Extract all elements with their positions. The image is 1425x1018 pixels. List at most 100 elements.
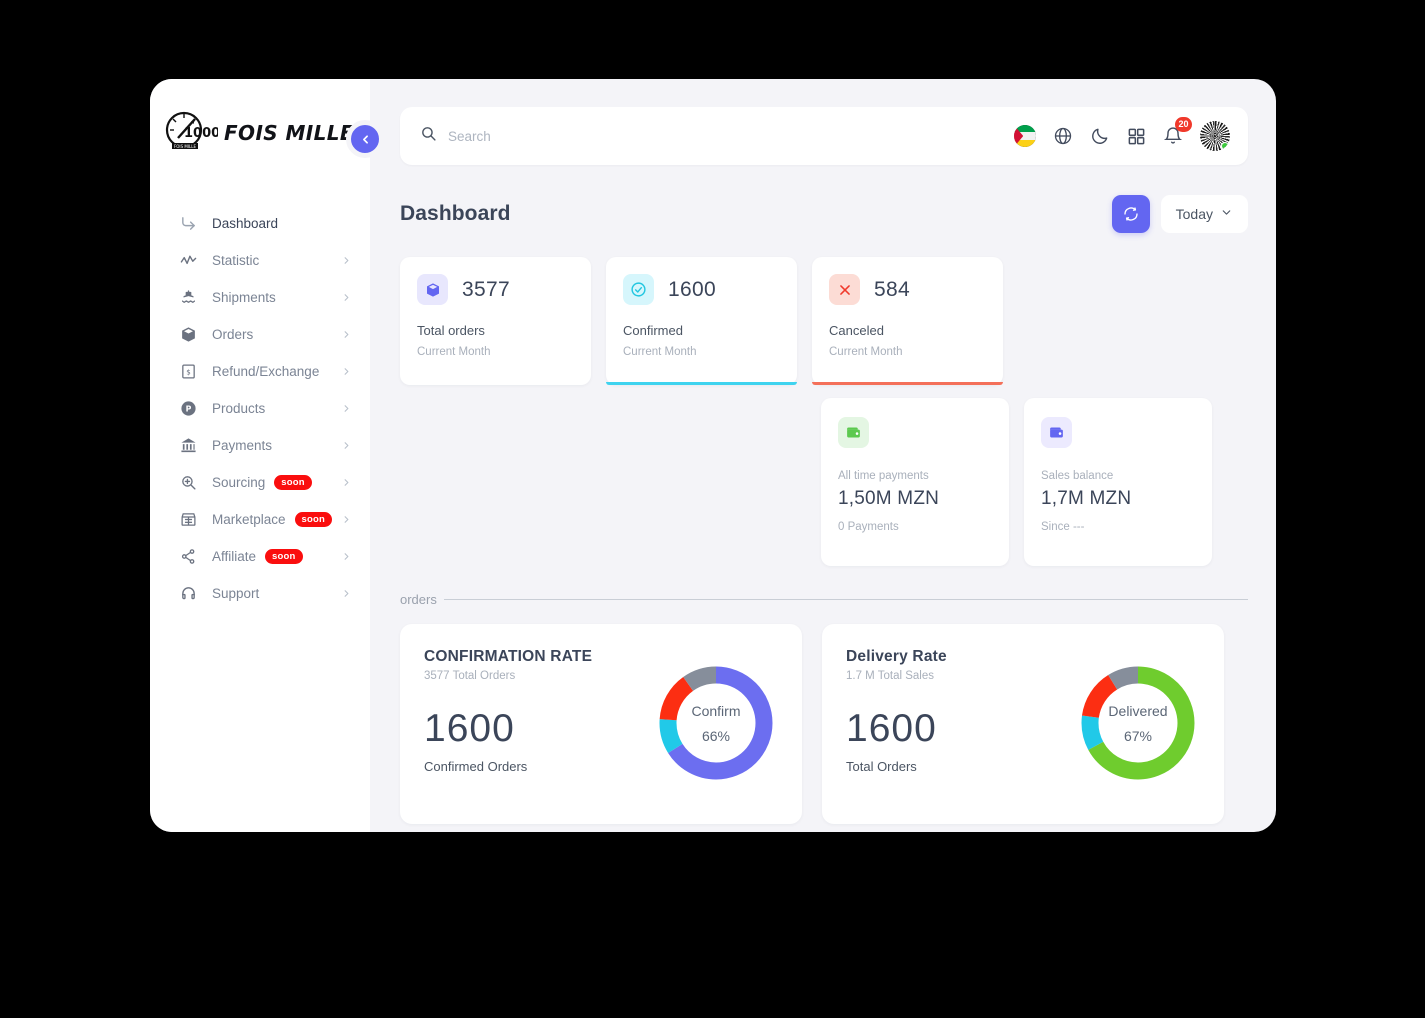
sidebar: 1000 FOIS MILLE FOIS MILLE Dashboard Sta… (150, 79, 384, 832)
stat-value: 584 (874, 277, 910, 301)
page-title: Dashboard (400, 202, 511, 225)
chevron-right-icon (341, 440, 352, 451)
sidebar-item-refund-exchange[interactable]: $ Refund/Exchange (150, 353, 370, 390)
share-nodes-icon (178, 548, 198, 565)
payment-card-sales-balance[interactable]: Sales balance 1,7M MZN Since --- (1024, 398, 1212, 566)
notification-badge: 20 (1175, 117, 1192, 132)
stat-label: Total orders (417, 323, 485, 338)
period-select-label: Today (1175, 206, 1213, 222)
payment-value: 1,50M MZN (838, 488, 940, 509)
payment-card-all-time[interactable]: All time payments 1,50M MZN 0 Payments (821, 398, 1009, 566)
sidebar-item-label: Products (212, 401, 266, 416)
wallet-icon (1041, 417, 1072, 448)
stat-card-canceled[interactable]: 584 Canceled Current Month (812, 257, 1003, 385)
sidebar-item-shipments[interactable]: Shipments (150, 279, 370, 316)
sidebar-item-dashboard[interactable]: Dashboard (150, 205, 370, 242)
chart-cards: CONFIRMATION RATE 3577 Total Orders 1600… (400, 624, 1248, 824)
flag-icon[interactable] (1014, 125, 1036, 147)
stat-label: Confirmed (623, 323, 683, 338)
payment-sub: Since --- (1041, 521, 1085, 533)
sidebar-item-support[interactable]: Support (150, 575, 370, 612)
sidebar-item-label: Shipments (212, 290, 276, 305)
payment-cards: All time payments 1,50M MZN 0 Payments S… (821, 398, 1248, 566)
svg-text:1000: 1000 (184, 126, 218, 141)
bell-icon[interactable]: 20 (1163, 117, 1192, 146)
stat-card-confirmed[interactable]: 1600 Confirmed Current Month (606, 257, 797, 385)
brand-name: FOIS MILLE (224, 121, 354, 145)
payment-label: All time payments (838, 470, 929, 482)
sidebar-item-statistic[interactable]: Statistic (150, 242, 370, 279)
x-icon (829, 274, 860, 305)
stat-value: 1600 (668, 277, 716, 301)
payment-label: Sales balance (1041, 470, 1114, 482)
sidebar-item-label: Payments (212, 438, 273, 453)
brand-logo-icon: 1000 FOIS MILLE (164, 110, 220, 156)
stat-value: 3577 (462, 277, 510, 301)
brand[interactable]: 1000 FOIS MILLE FOIS MILLE (150, 105, 370, 161)
chevron-right-icon (341, 255, 352, 266)
sidebar-item-marketplace[interactable]: Marketplace soon (150, 501, 370, 538)
sidebar-item-payments[interactable]: Payments (150, 427, 370, 464)
stat-sub: Current Month (829, 346, 903, 358)
topbar-actions: 20 (1014, 117, 1230, 151)
topbar: 20 (400, 107, 1248, 165)
wallet-icon (838, 417, 869, 448)
stat-label: Canceled (829, 323, 884, 338)
headset-icon (178, 585, 198, 602)
store-icon (178, 511, 198, 528)
chevron-right-icon (341, 403, 352, 414)
moon-icon[interactable] (1090, 126, 1110, 146)
avatar[interactable] (1200, 121, 1230, 151)
svg-text:FOIS MILLE: FOIS MILLE (174, 144, 197, 149)
chevron-right-icon (341, 329, 352, 340)
orders-section-divider: orders (400, 592, 1248, 607)
chart-card-delivery-rate: Delivery Rate 1.7 M Total Sales 1600 Tot… (822, 624, 1224, 824)
chart-card-confirmation-rate: CONFIRMATION RATE 3577 Total Orders 1600… (400, 624, 802, 824)
sidebar-collapse-button[interactable] (346, 120, 384, 158)
chevron-right-icon (341, 588, 352, 599)
circle-p-icon: P (178, 400, 198, 417)
chevron-right-icon (341, 477, 352, 488)
divider-line (443, 599, 1248, 600)
sidebar-item-label: Affiliate (212, 549, 257, 564)
donut-chart-delivery: Delivered 67% (1076, 661, 1200, 785)
sidebar-item-label: Marketplace (212, 512, 286, 527)
svg-text:$: $ (186, 367, 191, 376)
donut-center-label: Confirm (691, 702, 741, 719)
bank-icon (178, 437, 198, 454)
app-window: 1000 FOIS MILLE FOIS MILLE Dashboard Sta… (150, 79, 1276, 832)
chevron-right-icon (341, 514, 352, 525)
stat-sub: Current Month (417, 346, 491, 358)
sidebar-item-label: Support (212, 586, 260, 601)
refresh-button[interactable] (1111, 195, 1150, 233)
donut-center: Delivered 67% (1076, 661, 1200, 785)
search-box[interactable] (420, 125, 1014, 147)
sidebar-item-affiliate[interactable]: Affiliate soon (150, 538, 370, 575)
period-select[interactable]: Today (1160, 195, 1248, 233)
search-icon (420, 125, 437, 147)
box-icon (417, 274, 448, 305)
stat-cards: 3577 Total orders Current Month 1600 Con… (400, 257, 1248, 385)
main-content: 20 Dashboard Today (370, 79, 1276, 832)
chevron-right-icon (341, 292, 352, 303)
sidebar-item-sourcing[interactable]: Sourcing soon (150, 464, 370, 501)
online-status-dot (1221, 142, 1229, 150)
sidebar-item-orders[interactable]: Orders (150, 316, 370, 353)
page-header: Dashboard Today (400, 195, 1248, 233)
orders-section-label: orders (400, 592, 437, 607)
badge-soon: soon (265, 549, 303, 564)
svg-text:P: P (185, 405, 191, 414)
donut-center: Confirm 66% (654, 661, 778, 785)
globe-icon[interactable] (1053, 126, 1073, 146)
activity-icon (178, 252, 198, 269)
search-input[interactable] (448, 128, 768, 144)
sidebar-item-products[interactable]: P Products (150, 390, 370, 427)
stat-card-total-orders[interactable]: 3577 Total orders Current Month (400, 257, 591, 385)
donut-center-value: 66% (701, 727, 731, 744)
sidebar-item-label: Statistic (212, 253, 260, 268)
sidebar-nav: Dashboard Statistic Shipments Orders $ R… (150, 205, 370, 612)
grid-apps-icon[interactable] (1127, 127, 1146, 146)
check-circle-icon (623, 274, 654, 305)
chevron-right-icon (341, 551, 352, 562)
donut-center-label: Delivered (1108, 702, 1168, 719)
